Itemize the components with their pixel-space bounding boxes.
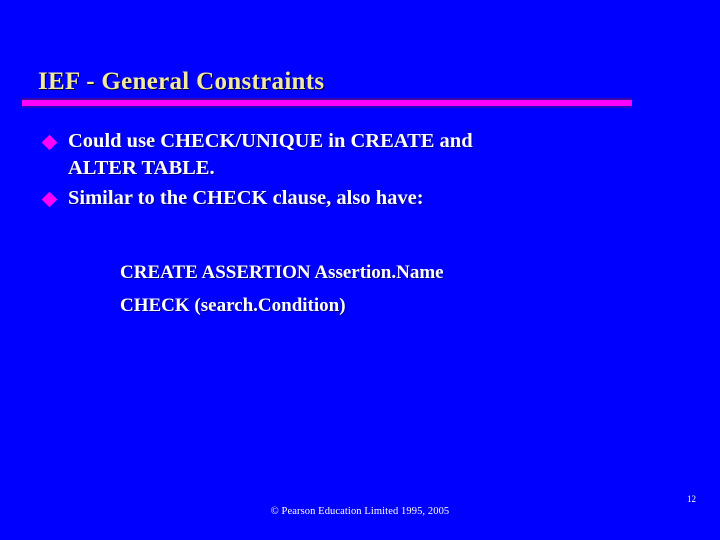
bullet-text-1: Could use CHECK/UNIQUE in CREATE and ALT…	[68, 128, 684, 183]
diamond-shape	[41, 191, 58, 207]
syntax-block: CREATE ASSERTION Assertion.Name CHECK (s…	[120, 256, 640, 323]
copyright-notice: © Pearson Education Limited 1995, 2005	[270, 506, 450, 517]
page-title: IEF - General Constraints	[38, 68, 325, 95]
diamond-bullet-icon	[41, 128, 68, 151]
syntax-line-1: CREATE ASSERTION Assertion.Name	[120, 262, 444, 283]
bullet-text-2: Similar to the CHECK clause, also have:	[68, 185, 684, 212]
title-divider	[22, 98, 632, 108]
slide-canvas: IEF - General Constraints Could use CHEC…	[0, 0, 720, 540]
diamond-bullet-icon	[41, 185, 68, 207]
syntax-line-2: CHECK (search.Condition)	[120, 295, 346, 317]
list-item: Could use CHECK/UNIQUE in CREATE and ALT…	[41, 128, 684, 183]
bullet-1-line-1: Could use CHECK/UNIQUE in CREATE and	[68, 130, 473, 152]
page-number: 12	[687, 494, 696, 504]
bullet-1-line-2: ALTER TABLE.	[68, 157, 215, 180]
diamond-shape	[41, 134, 58, 151]
bullet-2-line-1: Similar to the CHECK clause, also have:	[68, 186, 424, 209]
slide-body: Could use CHECK/UNIQUE in CREATE and ALT…	[41, 128, 684, 214]
slide-title-block: IEF - General Constraints	[38, 68, 658, 96]
list-item: Similar to the CHECK clause, also have:	[41, 185, 684, 212]
